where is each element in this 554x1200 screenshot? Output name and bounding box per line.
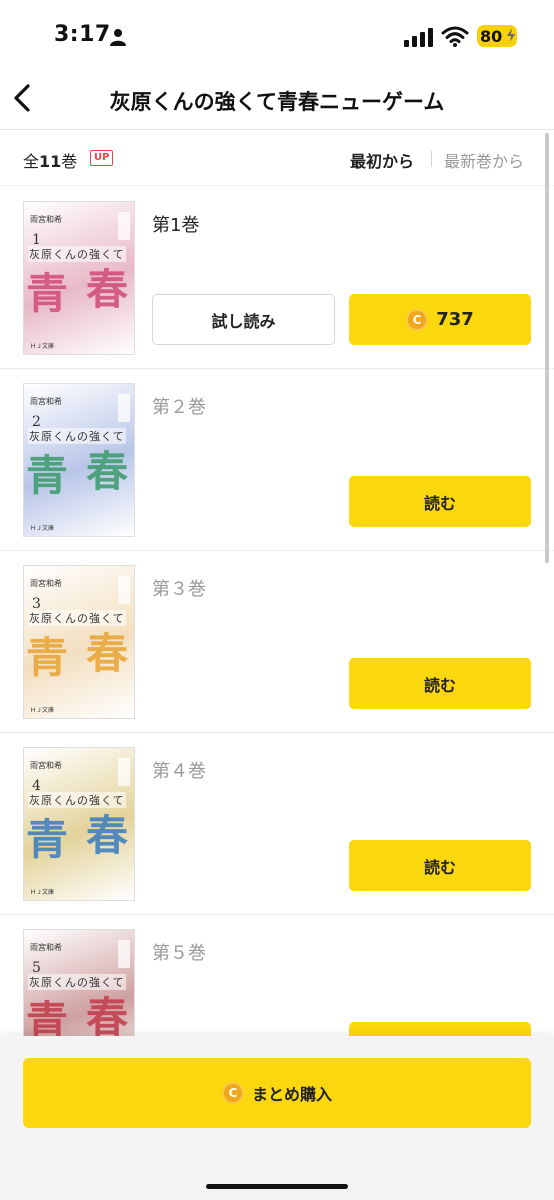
scrollbar[interactable] bbox=[545, 133, 549, 563]
bottom-bar: C まとめ購入 bbox=[0, 1036, 554, 1200]
coin-icon: C bbox=[221, 1082, 244, 1104]
volume-label: 第３巻 bbox=[152, 579, 206, 600]
volume-count-number: 11 bbox=[39, 152, 62, 171]
up-badge: UP bbox=[90, 150, 114, 166]
cover-big-char-left: 青 bbox=[26, 633, 69, 682]
status-time: 3:17 bbox=[54, 22, 111, 47]
cover-author: 雨宮和希 bbox=[30, 215, 62, 224]
cover-publisher: ＨＪ文庫 bbox=[30, 343, 55, 350]
volume-row: 雨宮和希 4 灰原くんの強くて 青 春 ＨＪ文庫 第４巻 読む bbox=[0, 733, 554, 915]
cover-publisher: ＨＪ文庫 bbox=[30, 707, 55, 714]
cover-big-char-left: 青 bbox=[26, 451, 69, 500]
volume-info-bar: 全11巻 UP 最初から 最新巻から bbox=[0, 131, 554, 186]
volume-count: 全11巻 bbox=[23, 148, 77, 172]
volume-count-suffix: 巻 bbox=[61, 152, 78, 171]
volume-cover[interactable]: 雨宮和希 3 灰原くんの強くて 青 春 ＨＪ文庫 bbox=[23, 565, 135, 719]
battery-indicator: 80 bbox=[477, 25, 517, 47]
cover-author: 雨宮和希 bbox=[30, 761, 62, 770]
volume-count-prefix: 全 bbox=[23, 152, 40, 171]
trial-read-button[interactable]: 試し読み bbox=[152, 294, 335, 345]
cover-big-char-right: 春 bbox=[86, 265, 129, 314]
buy-button[interactable]: C 737 bbox=[349, 294, 531, 345]
person-icon bbox=[110, 29, 126, 46]
volume-cover[interactable]: 雨宮和希 2 灰原くんの強くて 青 春 ＨＪ文庫 bbox=[23, 383, 135, 537]
bulk-purchase-button[interactable]: C まとめ購入 bbox=[23, 1058, 531, 1128]
cover-side-strip bbox=[118, 940, 130, 968]
wifi-icon bbox=[441, 26, 469, 47]
cover-big-char-right: 春 bbox=[86, 629, 129, 678]
cover-author: 雨宮和希 bbox=[30, 579, 62, 588]
price-value: 737 bbox=[436, 309, 474, 330]
volume-label: 第５巻 bbox=[152, 943, 206, 964]
sort-divider bbox=[431, 151, 432, 167]
home-indicator bbox=[206, 1184, 348, 1189]
battery-level: 80 bbox=[480, 27, 503, 46]
volume-cover[interactable]: 雨宮和希 4 灰原くんの強くて 青 春 ＨＪ文庫 bbox=[23, 747, 135, 901]
read-button[interactable]: 読む bbox=[349, 476, 531, 527]
cover-big-char-left: 青 bbox=[26, 815, 69, 864]
volume-label: 第４巻 bbox=[152, 761, 206, 782]
status-bar: 3:17 80 bbox=[0, 0, 554, 70]
sort-first-button[interactable]: 最初から bbox=[350, 148, 414, 172]
header: 灰原くんの強くて青春ニューゲーム bbox=[0, 70, 554, 130]
cover-side-strip bbox=[118, 212, 130, 240]
signal-icon bbox=[404, 28, 433, 47]
cover-side-strip bbox=[118, 576, 130, 604]
volume-label: 第２巻 bbox=[152, 397, 206, 418]
cover-publisher: ＨＪ文庫 bbox=[30, 525, 55, 532]
cover-author: 雨宮和希 bbox=[30, 943, 62, 952]
page-title: 灰原くんの強くて青春ニューゲーム bbox=[109, 90, 445, 114]
volume-row: 雨宮和希 3 灰原くんの強くて 青 春 ＨＪ文庫 第３巻 読む bbox=[0, 551, 554, 733]
cover-side-strip bbox=[118, 758, 130, 786]
coin-icon: C bbox=[406, 308, 429, 331]
bulk-purchase-label: まとめ購入 bbox=[251, 1085, 332, 1104]
cover-big-char-right: 春 bbox=[86, 447, 129, 496]
volume-row: 雨宮和希 1 灰原くんの強くて 青 春 ＨＪ文庫 第1巻 試し読み C 737 bbox=[0, 187, 554, 369]
read-button[interactable]: 読む bbox=[349, 658, 531, 709]
cover-publisher: ＨＪ文庫 bbox=[30, 889, 55, 896]
read-button[interactable]: 読む bbox=[349, 840, 531, 891]
cover-big-char-left: 青 bbox=[26, 269, 69, 318]
sort-latest-button[interactable]: 最新巻から bbox=[444, 148, 524, 172]
volume-row: 雨宮和希 2 灰原くんの強くて 青 春 ＨＪ文庫 第２巻 読む bbox=[0, 369, 554, 551]
battery-bolt-icon bbox=[507, 28, 515, 42]
cover-side-strip bbox=[118, 394, 130, 422]
cover-author: 雨宮和希 bbox=[30, 397, 62, 406]
volume-cover[interactable]: 雨宮和希 1 灰原くんの強くて 青 春 ＨＪ文庫 bbox=[23, 201, 135, 355]
cover-big-char-right: 春 bbox=[86, 811, 129, 860]
volume-label: 第1巻 bbox=[152, 215, 200, 236]
